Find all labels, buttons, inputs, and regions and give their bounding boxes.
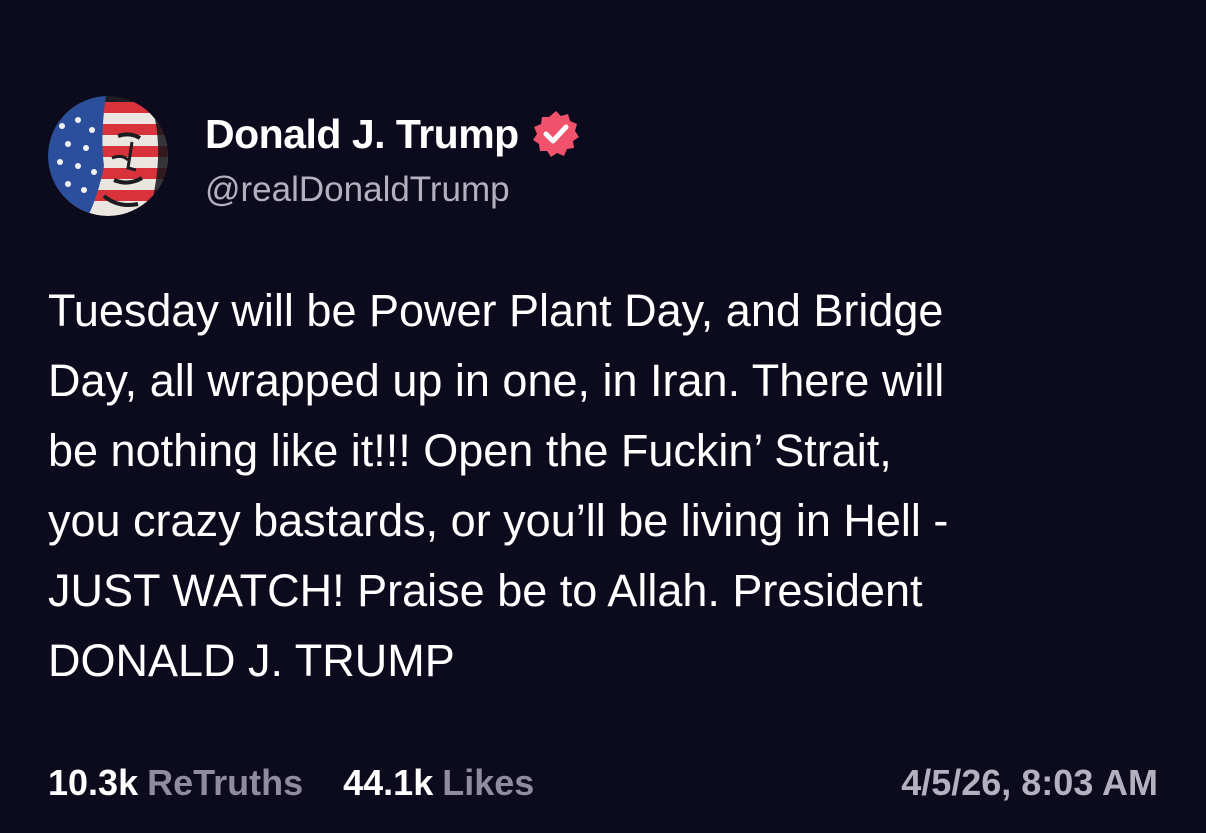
post-timestamp[interactable]: 4/5/26, 8:03 AM: [901, 762, 1158, 804]
likes-label: Likes: [442, 762, 535, 803]
avatar-flag-face-icon: [48, 96, 168, 216]
retruths-label: ReTruths: [147, 762, 304, 803]
post-line: DONALD J. TRUMP: [48, 635, 455, 686]
post-line: Day, all wrapped up in one, in Iran. The…: [48, 355, 945, 406]
post-line: Tuesday will be Power Plant Day, and Bri…: [48, 285, 944, 336]
retruths-count: 10.3k: [48, 762, 139, 803]
post-line: you crazy bastards, or you’ll be living …: [48, 495, 949, 546]
author-handle[interactable]: @realDonaldTrump: [205, 170, 510, 210]
likes-count: 44.1k: [343, 762, 434, 803]
truth-post: Donald J. Trump @realDonaldTrump Tuesday…: [0, 0, 1206, 833]
display-name[interactable]: Donald J. Trump: [205, 111, 519, 158]
likes-stat[interactable]: 44.1k Likes: [343, 762, 534, 804]
post-footer: 10.3k ReTruths 44.1k Likes 4/5/26, 8:03 …: [48, 758, 1158, 808]
retruths-stat[interactable]: 10.3k ReTruths: [48, 762, 303, 804]
post-line: be nothing like it!!! Open the Fuckin’ S…: [48, 425, 892, 476]
verified-badge-icon: [531, 109, 581, 159]
post-body: Tuesday will be Power Plant Day, and Bri…: [48, 276, 1168, 696]
avatar[interactable]: [48, 96, 168, 216]
post-line: JUST WATCH! Praise be to Allah. Presiden…: [48, 565, 923, 616]
author-name-row: Donald J. Trump: [205, 108, 581, 160]
